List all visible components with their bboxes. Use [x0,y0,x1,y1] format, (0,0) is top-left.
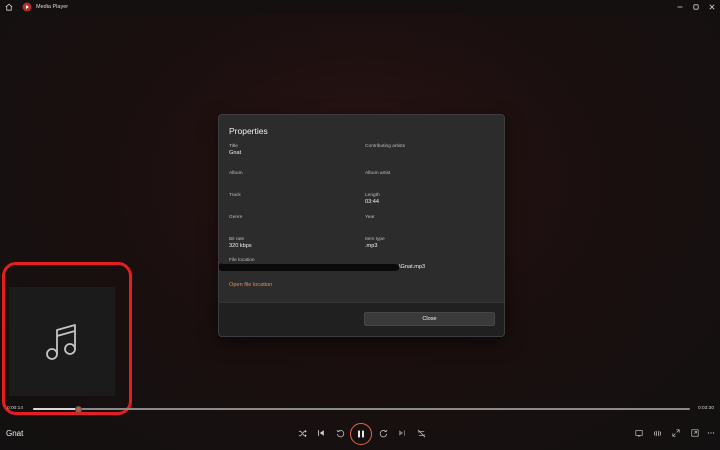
highlight-circle [2,262,132,415]
minimize-icon[interactable] [672,0,688,14]
open-file-location-link[interactable]: Open file location [229,282,272,288]
play-pause-button[interactable] [350,423,372,445]
expand-icon[interactable] [688,426,702,440]
fullscreen-icon[interactable] [669,426,683,440]
field-genre: Genre [229,215,243,220]
total-time: 0:03:30 [697,406,714,411]
field-year: Year [365,215,375,220]
pause-icon [358,430,364,438]
file-location-value: \Gnat.mp3 [399,264,426,270]
dialog-footer: Close [219,302,504,336]
more-options-icon[interactable] [704,426,718,440]
field-album-artist: Album artist [365,171,391,176]
field-bit-rate: Bit rate 320 kbps [229,237,252,249]
field-track: Track [229,193,241,198]
field-item-type: Item type .mp3 [365,237,385,249]
field-contributing-artists: Contributing artists [365,144,405,149]
redaction-arrow-icon [219,263,222,271]
field-title: Title Gnat [229,144,242,156]
miniplayer-icon[interactable] [632,426,646,440]
close-icon[interactable] [704,0,720,14]
cast-icon[interactable] [650,426,664,440]
media-player-logo-icon [22,2,32,12]
properties-dialog: Properties Title Gnat Contributing artis… [218,114,505,337]
skip-back-10-icon[interactable] [333,426,347,440]
redaction-mark [219,264,399,271]
skip-forward-30-icon[interactable] [376,426,390,440]
now-playing-title: Gnat [6,429,24,438]
close-button[interactable]: Close [364,312,495,326]
app-title: Media Player [36,4,69,10]
title-bar: Media Player [0,0,720,14]
seek-progress [33,408,79,410]
next-icon[interactable] [395,426,409,440]
repeat-off-icon[interactable] [414,426,428,440]
dialog-title: Properties [229,126,268,136]
elapsed-time: 0:00:14 [7,406,24,411]
field-album: Album [229,171,243,176]
seek-slider[interactable] [33,405,690,413]
file-location-label: File location [229,258,255,263]
previous-icon[interactable] [314,426,328,440]
home-icon[interactable] [0,0,18,14]
shuffle-icon[interactable] [295,426,309,440]
maximize-icon[interactable] [688,0,704,14]
field-length: Length 03:44 [365,193,380,205]
